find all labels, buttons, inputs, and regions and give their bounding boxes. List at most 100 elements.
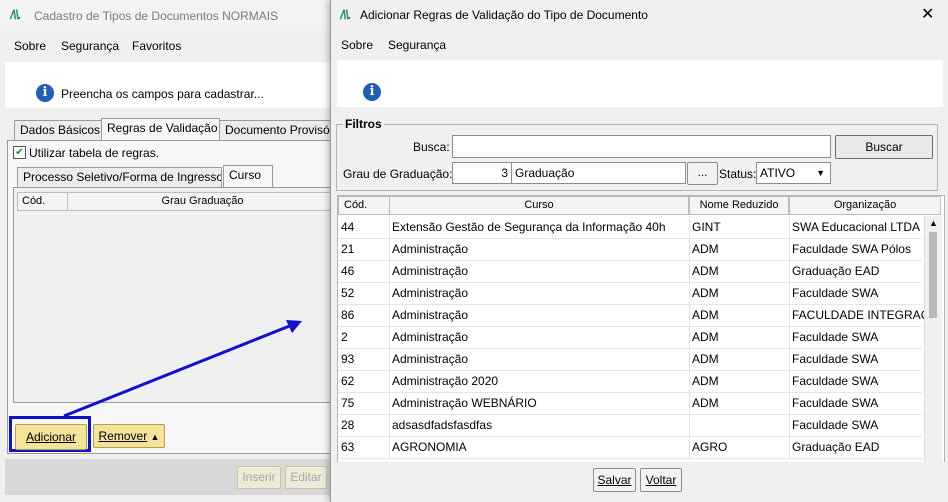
- column-divider: [389, 348, 390, 370]
- table-row[interactable]: 44 Extensão Gestão de Segurança da Infor…: [338, 216, 922, 239]
- dialog-menu-seguranca[interactable]: Segurança: [388, 38, 446, 52]
- column-divider: [789, 436, 790, 458]
- cell-cod: 44: [341, 220, 355, 234]
- table-row[interactable]: 63 AGRONOMIA AGRO Graduação EAD: [338, 436, 922, 459]
- cell-nome-reduzido: ADM: [692, 242, 719, 256]
- column-divider: [689, 260, 690, 282]
- close-icon[interactable]: ✕: [921, 4, 934, 24]
- column-divider: [389, 392, 390, 414]
- cell-curso: Administração: [392, 286, 469, 300]
- cell-curso: Extensão Gestão de Segurança da Informaç…: [392, 220, 666, 234]
- column-divider: [389, 326, 390, 348]
- cell-curso: adsasdfadsfasdfas: [392, 418, 493, 432]
- column-divider: [389, 370, 390, 392]
- busca-label: Busca:: [413, 140, 450, 154]
- col-header-curso[interactable]: Curso: [389, 196, 689, 215]
- status-value: ATIVO: [760, 166, 796, 180]
- col-header-cod[interactable]: Cód.: [338, 196, 393, 215]
- column-divider: [789, 392, 790, 414]
- column-divider: [689, 348, 690, 370]
- table-row[interactable]: 21 Administração ADM Faculdade SWA Pólos: [338, 238, 922, 261]
- grid-scrollbar[interactable]: ▲: [924, 216, 942, 462]
- filtros-legend: Filtros: [345, 117, 382, 131]
- cell-cod: 93: [341, 352, 355, 366]
- dialog-info-icon: i: [363, 83, 381, 101]
- column-divider: [689, 436, 690, 458]
- cell-nome-reduzido: ADM: [692, 396, 719, 410]
- cell-organizacao: FACULDADE INTEGRAÇÃ: [792, 308, 924, 322]
- cell-cod: 75: [341, 396, 355, 410]
- column-divider: [689, 392, 690, 414]
- column-divider: [389, 216, 390, 238]
- cell-curso: AGRONOMIA: [392, 440, 467, 454]
- grau-label: Grau de Graduação:: [343, 167, 453, 181]
- cell-curso: Administração: [392, 308, 469, 322]
- column-divider: [689, 282, 690, 304]
- table-row[interactable]: 2 Administração ADM Faculdade SWA: [338, 326, 922, 349]
- column-divider: [789, 370, 790, 392]
- cell-curso: Administração: [392, 242, 469, 256]
- cell-cod: 63: [341, 440, 355, 454]
- cell-organizacao: Faculdade SWA: [792, 396, 879, 410]
- cell-organizacao: SWA Educacional LTDA: [792, 220, 921, 234]
- table-row[interactable]: 28 adsasdfadsfasdfas Faculdade SWA: [338, 414, 922, 437]
- scroll-up-icon[interactable]: ▲: [929, 218, 938, 228]
- busca-input[interactable]: [452, 135, 831, 158]
- column-divider: [389, 238, 390, 260]
- grau-name-input[interactable]: Graduação: [511, 162, 686, 184]
- status-select[interactable]: ATIVO ▼: [756, 162, 831, 184]
- cursos-grid: Cód. Curso Nome Reduzido Organização 44 …: [337, 195, 945, 463]
- cell-nome-reduzido: ADM: [692, 374, 719, 388]
- column-divider: [389, 414, 390, 436]
- cell-cod: 46: [341, 264, 355, 278]
- cell-organizacao: Faculdade SWA Pólos: [792, 242, 911, 256]
- status-label: Status:: [719, 167, 757, 181]
- cell-organizacao: Faculdade SWA: [792, 374, 879, 388]
- column-divider: [789, 304, 790, 326]
- salvar-label: Salvar: [597, 473, 632, 487]
- cell-curso: Administração WEBNÁRIO: [392, 396, 537, 410]
- table-row[interactable]: 62 Administração 2020 ADM Faculdade SWA: [338, 370, 922, 393]
- cell-nome-reduzido: GINT: [692, 220, 721, 234]
- cell-organizacao: Faculdade SWA: [792, 352, 879, 366]
- chevron-down-icon: ▼: [816, 168, 825, 178]
- salvar-button[interactable]: Salvar: [593, 468, 636, 492]
- dialog-info-panel: i: [337, 60, 943, 107]
- table-row[interactable]: 86 Administração ADM FACULDADE INTEGRAÇÃ: [338, 304, 924, 327]
- col-header-nome-reduzido[interactable]: Nome Reduzido: [689, 196, 789, 215]
- cell-nome-reduzido: ADM: [692, 352, 719, 366]
- column-divider: [689, 238, 690, 260]
- grau-lookup-button[interactable]: ...: [687, 162, 718, 185]
- column-divider: [789, 260, 790, 282]
- scrollbar-thumb[interactable]: [929, 232, 937, 318]
- cell-curso: Administração 2020: [392, 374, 499, 388]
- dialog-menu-sobre[interactable]: Sobre: [341, 38, 373, 52]
- dialog-title: Adicionar Regras de Validação do Tipo de…: [360, 8, 648, 22]
- column-divider: [689, 304, 690, 326]
- cell-organizacao: Graduação EAD: [792, 264, 880, 278]
- column-divider: [389, 260, 390, 282]
- column-divider: [789, 282, 790, 304]
- voltar-button[interactable]: Voltar: [640, 468, 682, 492]
- cell-organizacao: Graduação EAD: [792, 440, 880, 454]
- cursos-rows: 44 Extensão Gestão de Segurança da Infor…: [338, 216, 932, 462]
- column-divider: [389, 436, 390, 458]
- column-divider: [689, 414, 690, 436]
- table-row[interactable]: 52 Administração ADM Faculdade SWA: [338, 282, 922, 305]
- column-divider: [789, 414, 790, 436]
- col-header-organizacao[interactable]: Organização: [789, 196, 941, 215]
- dialog-logo-icon: /\\.: [340, 7, 351, 22]
- grau-code-input[interactable]: 3: [452, 162, 512, 184]
- cell-organizacao: Faculdade SWA: [792, 286, 879, 300]
- cell-organizacao: Faculdade SWA: [792, 418, 879, 432]
- cell-nome-reduzido: AGRO: [692, 440, 728, 454]
- buscar-button[interactable]: Buscar: [835, 135, 933, 159]
- voltar-label: Voltar: [645, 473, 677, 487]
- table-row[interactable]: 46 Administração ADM Graduação EAD: [338, 260, 922, 283]
- column-divider: [389, 282, 390, 304]
- table-row[interactable]: 75 Administração WEBNÁRIO ADM Faculdade SWA: [338, 392, 922, 415]
- cell-nome-reduzido: ADM: [692, 286, 719, 300]
- cell-nome-reduzido: ADM: [692, 308, 719, 322]
- table-row[interactable]: 93 Administração ADM Faculdade SWA: [338, 348, 922, 371]
- cell-curso: Administração: [392, 352, 469, 366]
